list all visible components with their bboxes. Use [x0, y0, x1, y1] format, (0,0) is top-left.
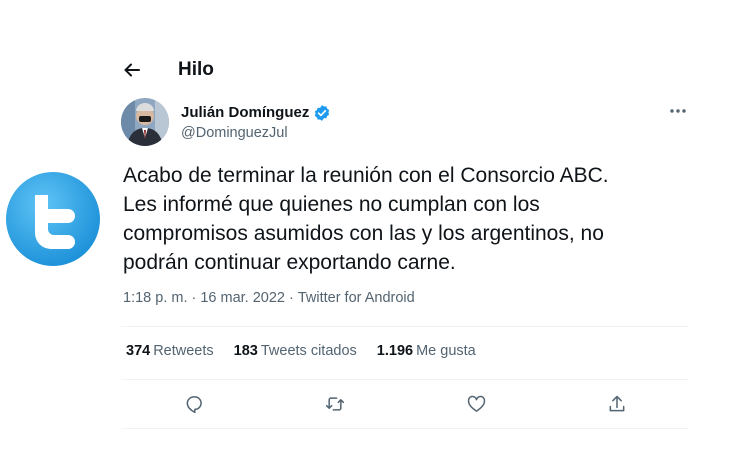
author-display-name[interactable]: Julián Domínguez [181, 104, 309, 121]
like-icon [467, 395, 485, 412]
tweet-source[interactable]: Twitter for Android [298, 290, 415, 306]
tweet-stats: 374 Retweets 183 Tweets citados 1.196 Me gu… [126, 343, 496, 359]
retweets-stat[interactable]: 374 Retweets [126, 343, 214, 359]
share-icon [609, 395, 625, 412]
meta-separator: · [288, 290, 294, 306]
author-handle[interactable]: @DominguezJul [181, 125, 331, 141]
tweet-author: Julián Domínguez @DominguezJul [121, 98, 331, 146]
divider [121, 428, 688, 429]
meta-separator: · [191, 290, 197, 306]
share-button[interactable] [604, 391, 630, 417]
arrow-left-icon [124, 63, 140, 77]
verified-badge-icon [315, 104, 330, 121]
tweet-meta: 1:18 p. m. · 16 mar. 2022 · Twitter for … [123, 290, 415, 306]
divider [121, 379, 688, 380]
back-button[interactable] [121, 59, 143, 81]
tweet-date[interactable]: 16 mar. 2022 [200, 290, 285, 306]
likes-count: 1.196 [376, 343, 414, 359]
reply-button[interactable] [181, 391, 207, 417]
like-button[interactable] [463, 391, 489, 417]
twitter-logo-icon [5, 171, 101, 267]
likes-stat[interactable]: 1.196 Me gusta [377, 343, 476, 359]
quotes-count: 183 [233, 343, 258, 359]
quotes-label: Tweets citados [260, 343, 357, 359]
reply-icon [186, 396, 202, 414]
retweets-label: Retweets [153, 343, 214, 359]
retweet-icon [325, 397, 345, 411]
tweet-actions [121, 389, 688, 419]
tweet-time[interactable]: 1:18 p. m. [123, 290, 187, 306]
retweets-count: 374 [126, 343, 151, 359]
avatar[interactable] [121, 98, 169, 146]
likes-label: Me gusta [416, 343, 476, 359]
thread-header: Hilo [121, 56, 214, 84]
more-dots-icon [670, 109, 686, 113]
tweet-text: Acabo de terminar la reunión con el Cons… [123, 164, 609, 274]
retweet-button[interactable] [322, 391, 348, 417]
divider [121, 326, 688, 327]
quotes-stat[interactable]: 183 Tweets citados [234, 343, 357, 359]
more-options-button[interactable] [666, 101, 690, 121]
page-title: Hilo [178, 59, 214, 80]
